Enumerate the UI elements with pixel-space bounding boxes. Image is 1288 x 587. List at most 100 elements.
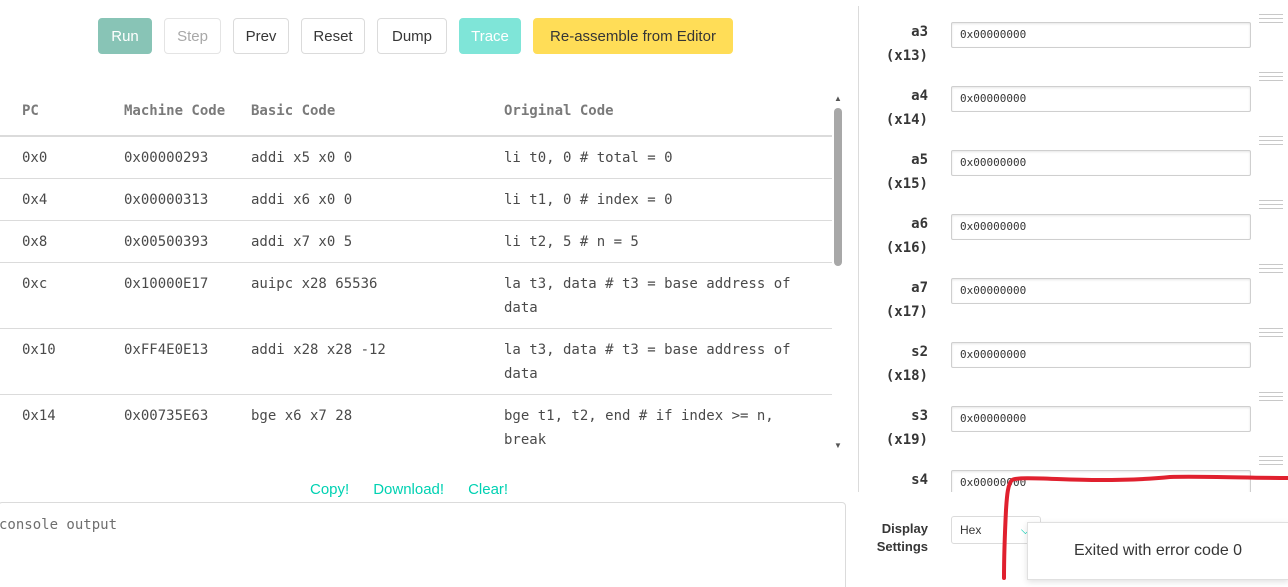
table-header-row: PC Machine Code Basic Code Original Code <box>0 86 832 137</box>
drag-handle-icon[interactable] <box>1259 328 1283 337</box>
panel-divider <box>858 6 859 492</box>
drag-handle-icon[interactable] <box>1259 264 1283 273</box>
display-format-value: Hex <box>960 523 982 537</box>
run-button[interactable]: Run <box>98 18 152 54</box>
register-label: a3 (x13) <box>886 20 928 68</box>
reassemble-button[interactable]: Re-assemble from Editor <box>533 18 733 54</box>
dump-button[interactable]: Dump <box>377 18 447 54</box>
cell-machine-code: 0x00735E63 <box>124 394 251 456</box>
table-row[interactable]: 0x4 0x00000313 addi x6 x0 0 li t1, 0 # i… <box>0 178 832 221</box>
clear-link[interactable]: Clear! <box>468 481 508 498</box>
cell-basic-code: bge x6 x7 28 <box>251 394 504 456</box>
reset-button[interactable]: Reset <box>301 18 365 54</box>
exit-status-toast: Exited with error code 0 <box>1027 522 1288 580</box>
toolbar: Run Step Prev Reset Dump Trace Re-assemb… <box>98 18 733 54</box>
register-number: (x13) <box>885 48 928 64</box>
register-row: s4 0x00000000 <box>860 456 1288 492</box>
table-row[interactable]: 0x10 0xFF4E0E13 addi x28 x28 -12 la t3, … <box>0 328 832 395</box>
register-value-input[interactable]: 0x00000000 <box>951 86 1251 112</box>
cell-pc: 0x4 <box>0 178 124 221</box>
cell-pc: 0x14 <box>0 394 124 456</box>
register-number: (x15) <box>885 176 928 192</box>
drag-handle-icon[interactable] <box>1259 456 1283 465</box>
register-number: (x14) <box>885 112 928 128</box>
cell-basic-code: addi x28 x28 -12 <box>251 328 504 395</box>
cell-original-code: li t2, 5 # n = 5 <box>504 220 832 263</box>
register-number: (x17) <box>885 304 928 320</box>
register-label: s4 <box>911 468 928 492</box>
console-actions: Copy! Download! Clear! <box>310 481 508 498</box>
step-button[interactable]: Step <box>164 18 221 54</box>
registers-panel[interactable]: a3 (x13) 0x00000000 a4 (x14) 0x00000000 … <box>860 0 1288 492</box>
cell-basic-code: addi x7 x0 5 <box>251 220 504 263</box>
drag-handle-icon[interactable] <box>1259 392 1283 401</box>
register-label: s3 (x19) <box>886 404 928 452</box>
register-name: s3 <box>911 408 928 424</box>
register-row: a5 (x15) 0x00000000 <box>860 136 1288 206</box>
table-row[interactable]: 0x0 0x00000293 addi x5 x0 0 li t0, 0 # t… <box>0 136 832 179</box>
cell-machine-code: 0x00000313 <box>124 178 251 221</box>
cell-original-code: bge t1, t2, end # if index >= n, break <box>504 394 832 456</box>
register-value-input[interactable]: 0x00000000 <box>951 150 1251 176</box>
instruction-table-container[interactable]: PC Machine Code Basic Code Original Code… <box>0 86 848 456</box>
toast-message: Exited with error code 0 <box>1074 542 1243 559</box>
table-row[interactable]: 0x14 0x00735E63 bge x6 x7 28 bge t1, t2,… <box>0 394 832 456</box>
trace-button[interactable]: Trace <box>459 18 521 54</box>
register-number: (x16) <box>885 240 928 256</box>
cell-basic-code: auipc x28 65536 <box>251 262 504 329</box>
register-name: s4 <box>911 472 928 488</box>
register-name: a4 <box>911 88 928 104</box>
register-row: a3 (x13) 0x00000000 <box>860 14 1288 78</box>
cell-original-code: la t3, data # t3 = base address of data <box>504 328 832 395</box>
cell-pc: 0x0 <box>0 136 124 179</box>
register-label: a7 (x17) <box>886 276 928 324</box>
scroll-up-arrow-icon[interactable]: ▲ <box>834 94 842 103</box>
register-value-input[interactable]: 0x00000000 <box>951 342 1251 368</box>
cell-machine-code: 0x00000293 <box>124 136 251 179</box>
cell-machine-code: 0x00500393 <box>124 220 251 263</box>
table-scrollbar[interactable]: ▲ ▼ <box>830 94 846 450</box>
instruction-table: PC Machine Code Basic Code Original Code… <box>0 86 832 456</box>
scroll-down-arrow-icon[interactable]: ▼ <box>834 441 842 450</box>
scrollbar-thumb[interactable] <box>834 108 842 266</box>
download-link[interactable]: Download! <box>373 481 444 498</box>
cell-pc: 0x8 <box>0 220 124 263</box>
register-name: a3 <box>911 24 928 40</box>
register-label: a4 (x14) <box>886 84 928 132</box>
register-label: a6 (x16) <box>886 212 928 260</box>
register-value-input[interactable]: 0x00000000 <box>951 406 1251 432</box>
register-row: s3 (x19) 0x00000000 <box>860 392 1288 462</box>
cell-basic-code: addi x6 x0 0 <box>251 178 504 221</box>
display-settings-label: Display Settings <box>876 521 928 554</box>
register-row: a7 (x17) 0x00000000 <box>860 264 1288 334</box>
drag-handle-icon[interactable] <box>1259 136 1283 145</box>
register-name: s2 <box>911 344 928 360</box>
prev-button[interactable]: Prev <box>233 18 289 54</box>
register-row: s2 (x18) 0x00000000 <box>860 328 1288 398</box>
cell-original-code: la t3, data # t3 = base address of data <box>504 262 832 329</box>
register-value-input[interactable]: 0x00000000 <box>951 278 1251 304</box>
column-header-original-code: Original Code <box>504 86 832 137</box>
console-output[interactable]: console output <box>0 502 846 587</box>
register-name: a6 <box>911 216 928 232</box>
cell-original-code: li t1, 0 # index = 0 <box>504 178 832 221</box>
drag-handle-icon[interactable] <box>1259 72 1283 81</box>
copy-link[interactable]: Copy! <box>310 481 349 498</box>
register-value-input[interactable]: 0x00000000 <box>951 470 1251 492</box>
drag-handle-icon[interactable] <box>1259 14 1283 23</box>
register-value-input[interactable]: 0x00000000 <box>951 22 1251 48</box>
register-number: (x18) <box>885 368 928 384</box>
cell-basic-code: addi x5 x0 0 <box>251 136 504 179</box>
column-header-pc: PC <box>0 86 124 137</box>
cell-pc: 0xc <box>0 262 124 329</box>
console-placeholder: console output <box>0 517 118 533</box>
register-row: a6 (x16) 0x00000000 <box>860 200 1288 270</box>
table-row[interactable]: 0xc 0x10000E17 auipc x28 65536 la t3, da… <box>0 262 832 329</box>
register-number: (x19) <box>885 432 928 448</box>
register-name: a7 <box>911 280 928 296</box>
column-header-basic-code: Basic Code <box>251 86 504 137</box>
drag-handle-icon[interactable] <box>1259 200 1283 209</box>
register-value-input[interactable]: 0x00000000 <box>951 214 1251 240</box>
cell-machine-code: 0x10000E17 <box>124 262 251 329</box>
table-row[interactable]: 0x8 0x00500393 addi x7 x0 5 li t2, 5 # n… <box>0 220 832 263</box>
